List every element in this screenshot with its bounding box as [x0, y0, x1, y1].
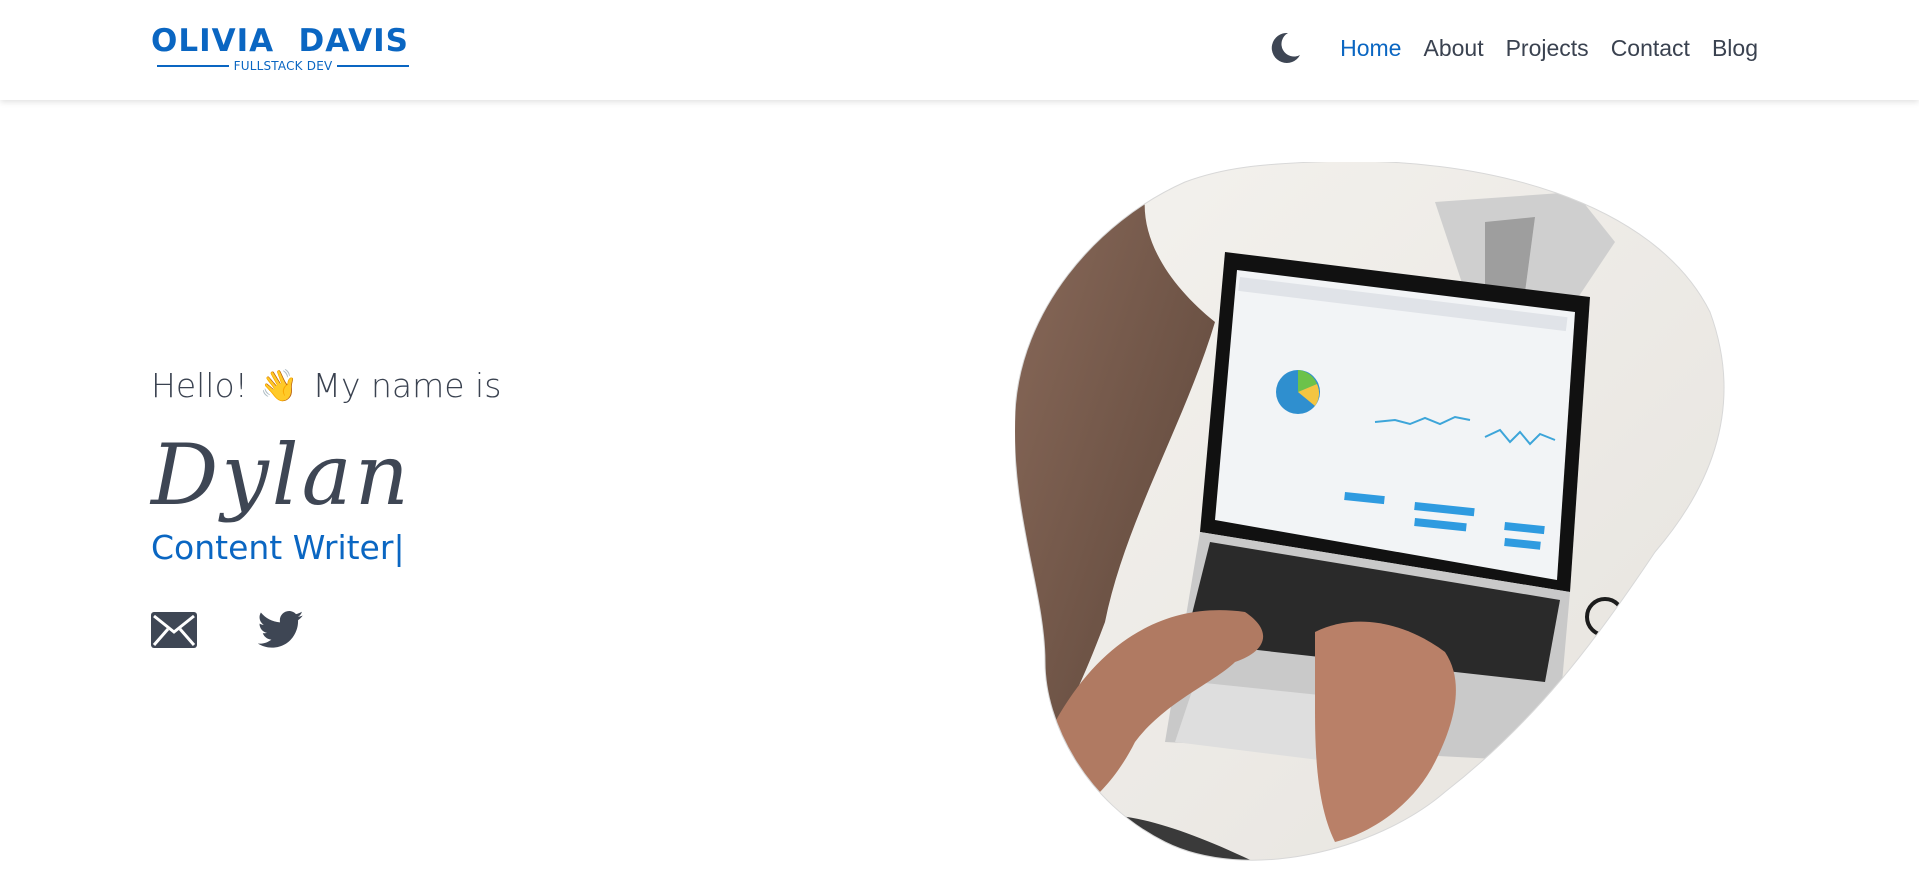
logo-rule-left [157, 65, 229, 67]
nav-links: Home About Projects Contact Blog [1340, 35, 1758, 62]
hero-text: Hello! 👋 My name is Dylan Content Writer… [151, 360, 851, 655]
logo-tagline-row: FULLSTACK DEV [157, 58, 410, 74]
logo-last-name: DAVIS [298, 23, 409, 59]
social-links [151, 610, 851, 655]
waving-hand-icon: 👋 [259, 368, 299, 404]
laptop-photo [1015, 162, 1728, 872]
greeting-hello: Hello! [151, 366, 248, 405]
role-text: Content Writer [151, 528, 394, 567]
logo-first-name: OLIVIA [151, 23, 275, 59]
twitter-icon[interactable] [257, 610, 304, 655]
nav-link-blog[interactable]: Blog [1712, 35, 1758, 62]
nav-right: Home About Projects Contact Blog [1268, 28, 1758, 68]
navbar: OLIVIA DAVIS FULLSTACK DEV Home About Pr… [0, 0, 1919, 100]
nav-link-projects[interactable]: Projects [1506, 35, 1589, 62]
logo-rule-right [337, 65, 410, 67]
envelope-icon[interactable] [151, 612, 197, 653]
logo-name: OLIVIA DAVIS [151, 24, 409, 58]
typing-cursor: | [393, 528, 405, 567]
nav-link-contact[interactable]: Contact [1611, 35, 1690, 62]
moon-icon[interactable] [1268, 31, 1302, 65]
nav-link-about[interactable]: About [1423, 35, 1483, 62]
nav-link-home[interactable]: Home [1340, 35, 1401, 62]
site-logo[interactable]: OLIVIA DAVIS FULLSTACK DEV [151, 24, 411, 74]
greeting: Hello! 👋 My name is [151, 360, 851, 412]
logo-tagline: FULLSTACK DEV [233, 59, 333, 73]
hero-name: Dylan [151, 426, 412, 524]
hero-role: Content Writer| [151, 526, 851, 570]
greeting-my-name-is: My name is [312, 366, 502, 405]
